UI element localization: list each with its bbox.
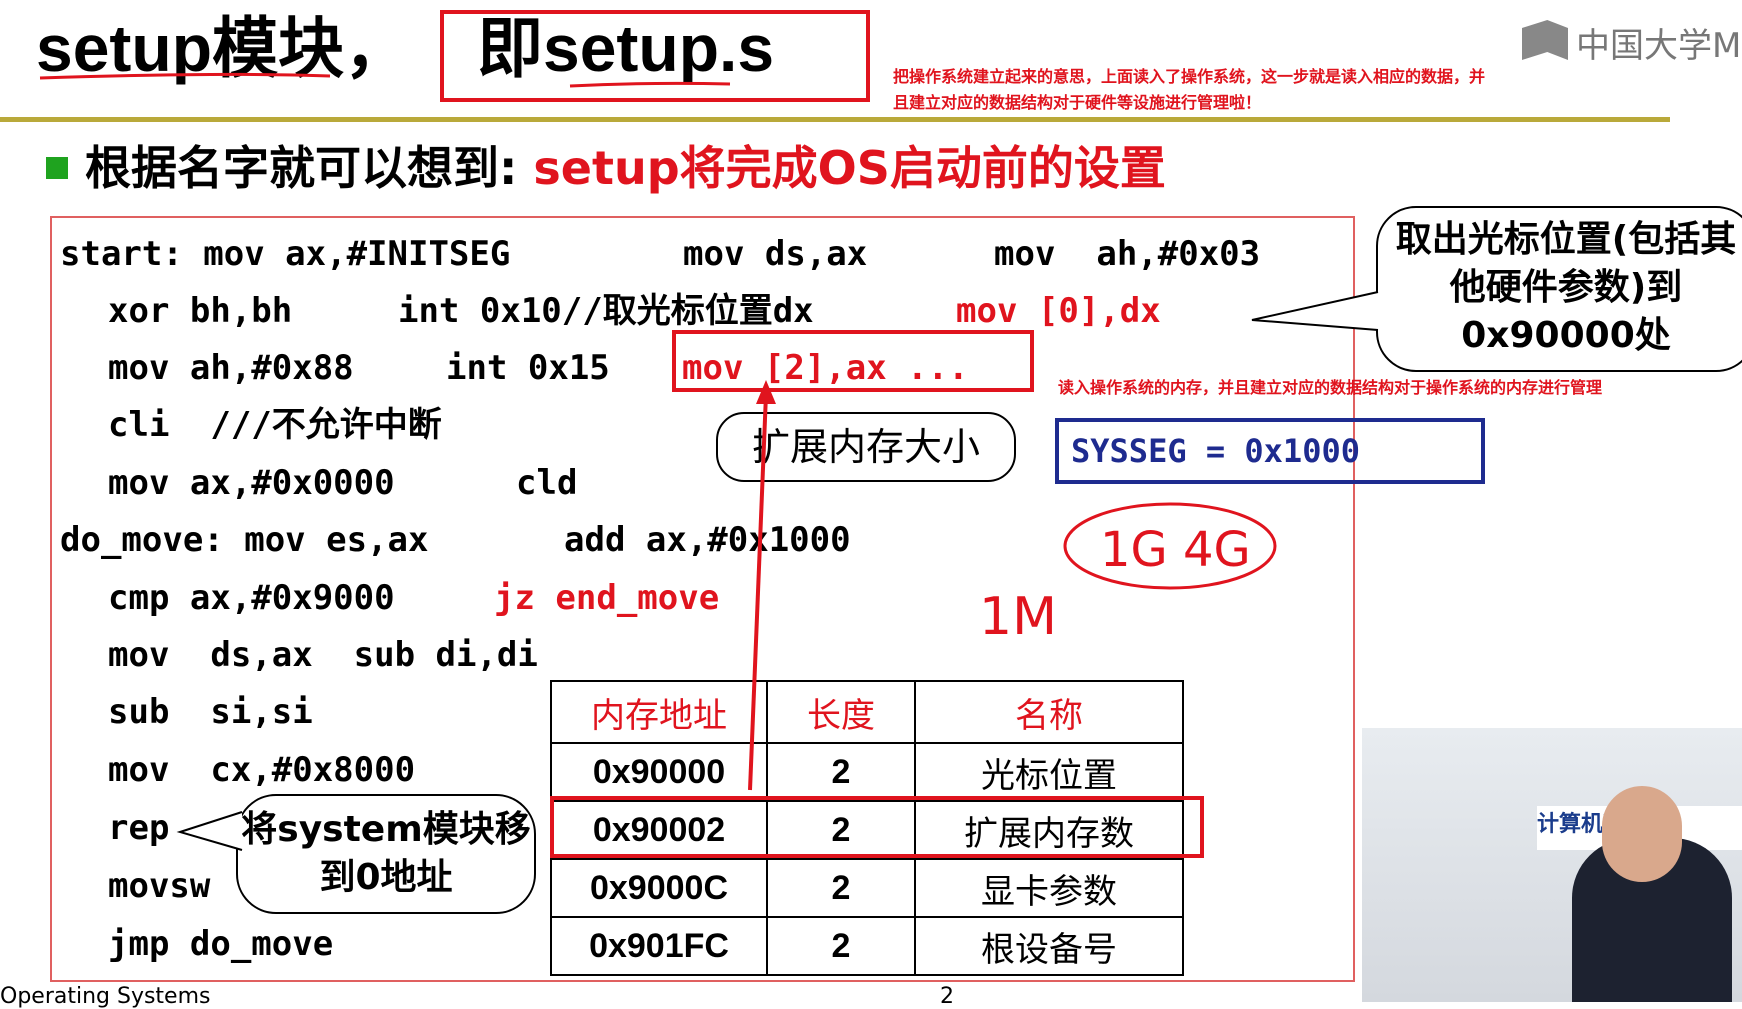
code-line-2a: xor bh,bh xyxy=(108,291,293,331)
cell-name: 显卡参数 xyxy=(914,858,1184,918)
cell-name: 根设备号 xyxy=(914,916,1184,976)
handwriting-text-a: 1G 4G xyxy=(1100,522,1251,578)
callout-cursor-position: 取出光标位置(包括其他硬件参数)到0x90000处 xyxy=(1376,206,1742,372)
handwriting-text-b: 1M xyxy=(979,587,1057,647)
cell-name: 光标位置 xyxy=(914,742,1184,802)
footer-course: Operating Systems xyxy=(0,984,211,1009)
cell-address: 0x901FC xyxy=(550,916,768,976)
col-header-name: 名称 xyxy=(914,680,1184,744)
code-line-1c: mov ah,#0x03 xyxy=(994,234,1261,274)
page-number: 2 xyxy=(940,984,954,1009)
sysseg-box: SYSSEG = 0x1000 xyxy=(1055,418,1485,484)
headline-prefix: 根据名字就可以想到: xyxy=(85,141,534,195)
code-line-3a: mov ah,#0x88 xyxy=(108,348,354,388)
lecturer-video: 计算机科学与 xyxy=(1362,728,1742,1002)
callout-move-system: 将system模块移到0地址 xyxy=(236,794,536,914)
code-line-1a: start: mov ax,#INITSEG xyxy=(60,234,511,274)
code-line-9: sub si,si xyxy=(108,692,313,732)
code-line-5a: mov ax,#0x0000 xyxy=(108,463,395,503)
cell-address: 0x90000 xyxy=(550,742,768,802)
mooc-logo-icon xyxy=(1522,20,1568,60)
table-row-highlight xyxy=(550,796,1204,858)
code-line-7a: cmp ax,#0x9000 xyxy=(108,578,395,618)
code-line-4: cli ///不允许中断 xyxy=(108,405,442,445)
lecturer-face xyxy=(1602,786,1682,882)
callout-pointer-3 xyxy=(176,811,243,851)
col-header-address: 内存地址 xyxy=(550,680,768,744)
code-line-10: mov cx,#0x8000 xyxy=(108,750,416,790)
code-line-6b: add ax,#0x1000 xyxy=(564,520,851,560)
annotation-memory: 读入操作系统的内存，并且建立对应的数据结构对于操作系统的内存进行管理 xyxy=(1058,378,1603,397)
mooc-logo-text: 中国大学MO xyxy=(1576,26,1742,66)
handwriting-1m: 1M xyxy=(979,587,1057,647)
table-header-row: 内存地址 长度 名称 xyxy=(550,680,1184,744)
col-header-length: 长度 xyxy=(766,680,916,744)
table-row: 0x901FC 2 根设备号 xyxy=(550,916,1184,976)
code-line-3c: mov [2],ax ... xyxy=(682,348,969,388)
title-underline xyxy=(39,72,731,88)
code-line-11: rep xyxy=(108,808,170,848)
code-line-13: jmp do_move xyxy=(108,924,334,964)
cell-address: 0x9000C xyxy=(550,858,768,918)
code-line-1b: mov ds,ax xyxy=(683,234,868,274)
code-line-2b: int 0x10//取光标位置dx xyxy=(398,291,814,331)
cell-length: 2 xyxy=(766,858,916,918)
cell-length: 2 xyxy=(766,916,916,976)
code-line-2c: mov [0],dx xyxy=(956,291,1161,331)
headline: 根据名字就可以想到: setup将完成OS启动前的设置 xyxy=(85,140,1166,196)
cell-length: 2 xyxy=(766,742,916,802)
code-line-6a: do_move: mov es,ax xyxy=(60,520,429,560)
red-arrow xyxy=(748,380,776,791)
bullet-square-icon xyxy=(46,157,68,179)
title-rule xyxy=(0,117,1670,122)
annotation-top: 把操作系统建立起来的意思，上面读入了操作系统，这一步就是读入相应的数据，并且建立… xyxy=(893,67,1486,112)
table-row: 0x9000C 2 显卡参数 xyxy=(550,858,1184,918)
code-line-7b: jz end_move xyxy=(494,578,720,618)
table-row: 0x90000 2 光标位置 xyxy=(550,742,1184,802)
callout-pointer-1 xyxy=(1251,291,1379,331)
code-line-12: movsw xyxy=(108,866,211,906)
code-line-5b: cld xyxy=(516,463,578,503)
headline-highlight: setup将完成OS启动前的设置 xyxy=(533,141,1166,195)
code-line-8: mov ds,ax sub di,di xyxy=(108,635,538,675)
code-line-3b: int 0x15 xyxy=(446,348,610,388)
